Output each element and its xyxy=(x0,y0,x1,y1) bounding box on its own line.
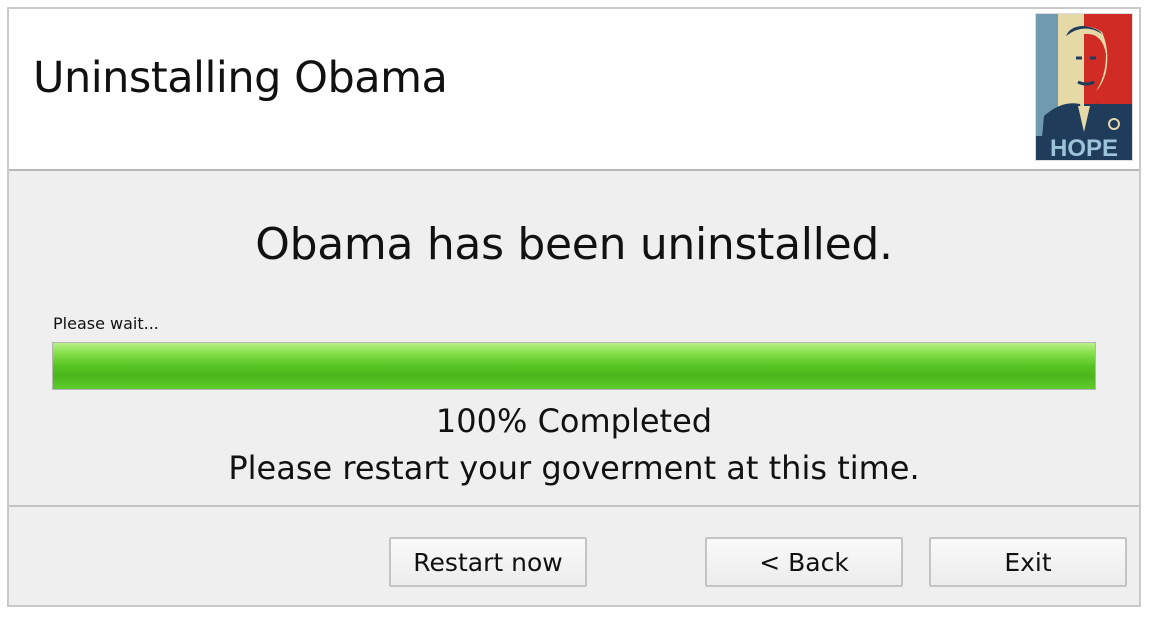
footer-divider xyxy=(9,505,1139,507)
exit-button[interactable]: Exit xyxy=(929,537,1127,587)
poster-hope-text: HOPE xyxy=(1050,135,1118,160)
completion-percent-text: 100% Completed xyxy=(435,402,713,440)
uninstaller-dialog: Uninstalling Obama HOPE Obama has been u… xyxy=(7,7,1141,607)
dialog-header: Uninstalling Obama HOPE xyxy=(9,9,1139,171)
progress-bar-fill xyxy=(53,343,1095,389)
restart-message: Please restart your goverment at this ti… xyxy=(228,449,920,487)
hope-poster-image: HOPE xyxy=(1035,13,1133,161)
status-headline: Obama has been uninstalled. xyxy=(255,219,893,270)
back-button[interactable]: < Back xyxy=(705,537,903,587)
progress-label: Please wait... xyxy=(53,314,159,333)
restart-now-button[interactable]: Restart now xyxy=(389,537,587,587)
page-title: Uninstalling Obama xyxy=(33,53,448,103)
progress-bar xyxy=(52,342,1096,390)
